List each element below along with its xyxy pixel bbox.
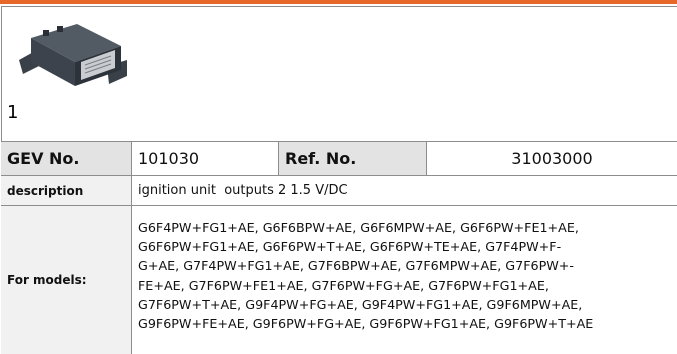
models-line: FE+AE, G7F6PW+FE1+AE, G7F6PW+FG+AE, G7F6… bbox=[138, 277, 549, 293]
product-image-cell: 1 bbox=[1, 6, 677, 142]
models-line: G6F6PW+FG1+AE, G6F6PW+T+AE, G6F6PW+TE+AE… bbox=[138, 239, 562, 255]
models-line: G6F4PW+FG1+AE, G6F6BPW+AE, G6F6MPW+AE, G… bbox=[138, 220, 579, 235]
ref-label: Ref. No. bbox=[279, 142, 427, 175]
gev-ref-row: GEV No. 101030 Ref. No. 31003000 bbox=[1, 142, 677, 176]
description-label: description bbox=[1, 176, 132, 205]
description-row: description ignition unit outputs 2 1.5 … bbox=[1, 176, 677, 206]
models-list: G6F4PW+FG1+AE, G6F6BPW+AE, G6F6MPW+AE, G… bbox=[132, 206, 677, 354]
models-label: For models: bbox=[1, 206, 132, 354]
description-value: ignition unit outputs 2 1.5 V/DC bbox=[138, 183, 348, 198]
ref-value: 31003000 bbox=[511, 149, 593, 168]
models-line: G7F6PW+T+AE, G9F4PW+FG+AE, G9F4PW+FG1+AE… bbox=[138, 296, 583, 312]
top-accent-bar bbox=[0, 0, 677, 4]
models-line: G+AE, G7F4PW+FG1+AE, G7F6BPW+AE, G7F6MPW… bbox=[138, 258, 574, 274]
models-line: G9F6PW+FE+AE, G9F6PW+FG+AE, G9F6PW+FG1+A… bbox=[138, 316, 594, 332]
gev-value: 101030 bbox=[132, 142, 279, 175]
ignition-unit-image bbox=[19, 24, 127, 86]
gev-label: GEV No. bbox=[1, 142, 132, 175]
models-row: For models: G6F4PW+FG1+AE, G6F6BPW+AE, G… bbox=[1, 206, 677, 354]
item-number: 1 bbox=[7, 102, 19, 123]
